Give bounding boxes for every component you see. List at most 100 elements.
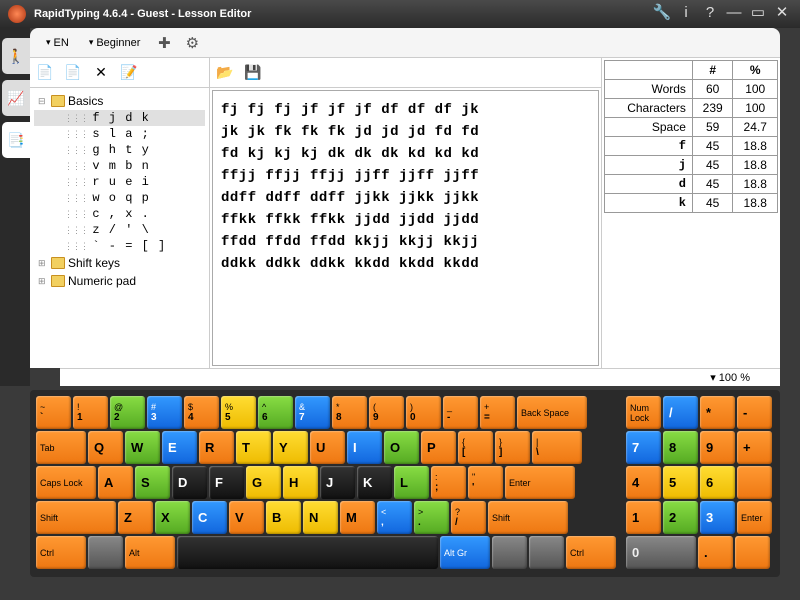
keyboard-key[interactable]: C	[192, 501, 227, 534]
tab-stats[interactable]: 📈	[2, 80, 30, 116]
keyboard-key[interactable]: <,	[377, 501, 412, 534]
keyboard-key[interactable]: 6	[700, 466, 735, 499]
keyboard-key[interactable]: 3	[700, 501, 735, 534]
keyboard-key[interactable]: @2	[110, 396, 145, 429]
keyboard-key[interactable]: 7	[626, 431, 661, 464]
keyboard-key[interactable]: F	[209, 466, 244, 499]
lesson-tree[interactable]: ⊟Basics f j d ks l a ;g h t yv m b nr u …	[30, 88, 209, 368]
tree-lesson[interactable]: ` - = [ ]	[34, 238, 205, 254]
keyboard-key[interactable]: I	[347, 431, 382, 464]
keyboard-key[interactable]: "'	[468, 466, 503, 499]
keyboard-key[interactable]: Z	[118, 501, 153, 534]
zoom-control[interactable]: ▾ 100 %	[60, 368, 780, 386]
open-file-icon[interactable]: 📂	[214, 62, 236, 84]
keyboard-key[interactable]: }]	[495, 431, 530, 464]
keyboard-key[interactable]: *	[700, 396, 735, 429]
keyboard-key[interactable]: .	[698, 536, 733, 569]
keyboard-key[interactable]: Back Space	[517, 396, 587, 429]
keyboard-key[interactable]: Q	[88, 431, 123, 464]
keyboard-key[interactable]: B	[266, 501, 301, 534]
tree-lesson[interactable]: z / ' \	[34, 222, 205, 238]
save-icon[interactable]: 💾	[242, 62, 264, 84]
tree-folder-shift[interactable]: ⊞Shift keys	[34, 254, 205, 272]
tab-editor[interactable]: 📑	[2, 122, 30, 158]
tree-lesson[interactable]: w o q p	[34, 190, 205, 206]
info-icon[interactable]: i	[676, 5, 696, 23]
settings-icon[interactable]: ⚙	[182, 33, 202, 53]
tree-lesson[interactable]: r u e i	[34, 174, 205, 190]
keyboard-key[interactable]: P	[421, 431, 456, 464]
keyboard-key[interactable]: T	[236, 431, 271, 464]
keyboard-key[interactable]: A	[98, 466, 133, 499]
add-icon[interactable]: ✚	[154, 33, 174, 53]
keyboard-key[interactable]: >.	[414, 501, 449, 534]
keyboard-key[interactable]: ~`	[36, 396, 71, 429]
keyboard-key[interactable]: ?/	[451, 501, 486, 534]
keyboard-key[interactable]: Tab	[36, 431, 86, 464]
keyboard-key[interactable]	[88, 536, 123, 569]
keyboard-key[interactable]	[529, 536, 564, 569]
keyboard-key[interactable]: $4	[184, 396, 219, 429]
keyboard-key[interactable]: V	[229, 501, 264, 534]
keyboard-key[interactable]: *8	[332, 396, 367, 429]
keyboard-key[interactable]: ^6	[258, 396, 293, 429]
tree-lesson[interactable]: f j d k	[34, 110, 205, 126]
keyboard-key[interactable]: _-	[443, 396, 478, 429]
keyboard-key[interactable]: O	[384, 431, 419, 464]
keyboard-key[interactable]: 8	[663, 431, 698, 464]
tree-folder-basics[interactable]: ⊟Basics	[34, 92, 205, 110]
keyboard-key[interactable]: 0	[626, 536, 696, 569]
level-dropdown[interactable]: Beginner	[83, 35, 147, 51]
keyboard-key[interactable]: D	[172, 466, 207, 499]
keyboard-key[interactable]: %5	[221, 396, 256, 429]
keyboard-key[interactable]: Ctrl	[566, 536, 616, 569]
keyboard-key[interactable]	[177, 536, 438, 569]
keyboard-key[interactable]	[735, 536, 770, 569]
keyboard-key[interactable]: +	[737, 431, 772, 464]
keyboard-key[interactable]: Num Lock	[626, 396, 661, 429]
keyboard-key[interactable]: 1	[626, 501, 661, 534]
edit-icon[interactable]: 📝	[118, 62, 140, 84]
new-lesson-icon[interactable]: 📄	[34, 62, 56, 84]
minimize-button[interactable]: —	[724, 5, 744, 23]
keyboard-key[interactable]: #3	[147, 396, 182, 429]
keyboard-key[interactable]: 4	[626, 466, 661, 499]
keyboard-key[interactable]	[737, 466, 772, 499]
keyboard-key[interactable]: U	[310, 431, 345, 464]
delete-icon[interactable]: ✕	[90, 62, 112, 84]
tree-lesson[interactable]: s l a ;	[34, 126, 205, 142]
keyboard-key[interactable]: E	[162, 431, 197, 464]
keyboard-key[interactable]	[492, 536, 527, 569]
keyboard-key[interactable]: J	[320, 466, 355, 499]
tree-lesson[interactable]: g h t y	[34, 142, 205, 158]
keyboard-key[interactable]: X	[155, 501, 190, 534]
keyboard-key[interactable]: :;	[431, 466, 466, 499]
keyboard-key[interactable]: )0	[406, 396, 441, 429]
keyboard-key[interactable]: -	[737, 396, 772, 429]
keyboard-key[interactable]: Ctrl	[36, 536, 86, 569]
keyboard-key[interactable]: +=	[480, 396, 515, 429]
keyboard-key[interactable]: 2	[663, 501, 698, 534]
keyboard-key[interactable]: R	[199, 431, 234, 464]
keyboard-key[interactable]: H	[283, 466, 318, 499]
keyboard-key[interactable]: Y	[273, 431, 308, 464]
keyboard-key[interactable]: K	[357, 466, 392, 499]
keyboard-key[interactable]: Shift	[36, 501, 116, 534]
keyboard-key[interactable]: W	[125, 431, 160, 464]
add-lesson-icon[interactable]: 📄	[62, 62, 84, 84]
lesson-text[interactable]: fj fj fj jf jf jf df df df jkjk jk fk fk…	[212, 90, 599, 366]
tree-lesson[interactable]: v m b n	[34, 158, 205, 174]
keyboard-key[interactable]: Alt Gr	[440, 536, 490, 569]
keyboard-key[interactable]: |\	[532, 431, 582, 464]
keyboard-key[interactable]: (9	[369, 396, 404, 429]
maximize-button[interactable]: ▭	[748, 5, 768, 23]
keyboard-key[interactable]: S	[135, 466, 170, 499]
keyboard-key[interactable]: {[	[458, 431, 493, 464]
keyboard-key[interactable]: G	[246, 466, 281, 499]
help-icon[interactable]: ?	[700, 5, 720, 23]
tools-icon[interactable]: 🔧	[652, 5, 672, 23]
keyboard-key[interactable]: Enter	[505, 466, 575, 499]
keyboard-key[interactable]: 5	[663, 466, 698, 499]
keyboard-key[interactable]: N	[303, 501, 338, 534]
keyboard-key[interactable]: &7	[295, 396, 330, 429]
